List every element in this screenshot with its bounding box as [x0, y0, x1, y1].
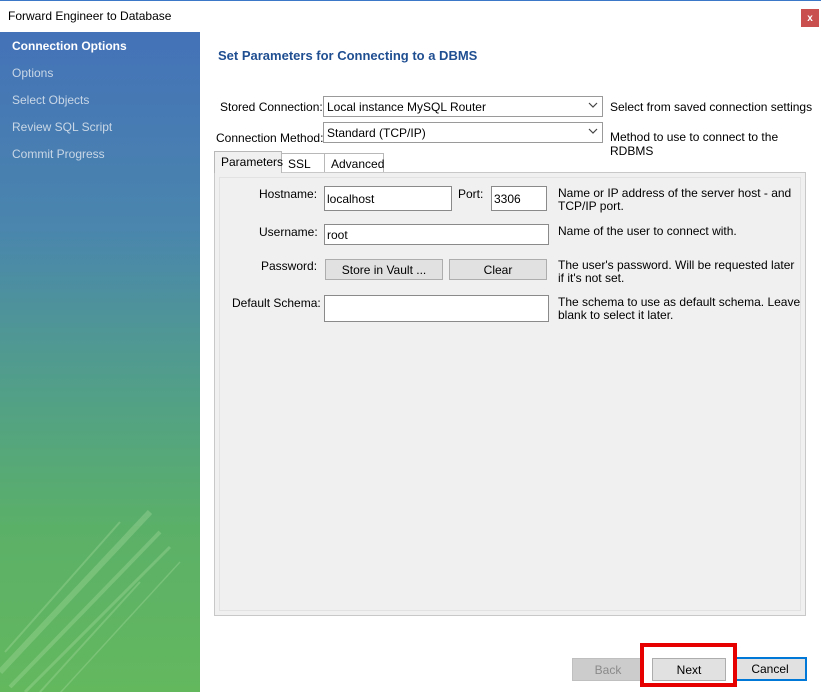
wizard-sidebar: Connection Options Options Select Object… — [0, 32, 200, 692]
port-value: 3306 — [494, 192, 521, 206]
stored-connection-value: Local instance MySQL Router — [327, 100, 486, 114]
password-label: Password: — [261, 259, 318, 273]
tab-ssl[interactable]: SSL — [281, 153, 325, 174]
title-bar: Forward Engineer to Database x — [0, 1, 821, 32]
store-in-vault-label: Store in Vault ... — [341, 263, 427, 277]
decorative-streaks-graphic — [0, 509, 181, 692]
sidebar-item-connection-options[interactable]: Connection Options — [12, 39, 127, 53]
stored-connection-hint: Select from saved connection settings — [610, 100, 813, 114]
chevron-down-icon — [588, 128, 598, 134]
close-icon: x — [807, 12, 813, 24]
connection-tabs: Parameters SSL Advanced Hostname: localh… — [214, 151, 806, 616]
username-label: Username: — [259, 225, 318, 239]
next-button-label: Next — [676, 663, 702, 677]
store-in-vault-button[interactable]: Store in Vault ... — [325, 259, 443, 280]
port-label: Port: — [458, 187, 484, 201]
chevron-down-icon — [588, 102, 598, 108]
sidebar-item-commit-progress[interactable]: Commit Progress — [12, 147, 105, 161]
default-schema-hint: The schema to use as default schema. Lea… — [558, 295, 801, 322]
password-hint: The user's password. Will be requested l… — [558, 258, 795, 285]
tab-advanced[interactable]: Advanced — [324, 153, 384, 174]
clear-password-label: Clear — [483, 263, 513, 277]
stored-connection-label: Stored Connection: — [220, 100, 323, 114]
connection-method-value: Standard (TCP/IP) — [327, 126, 426, 140]
username-value: root — [327, 228, 348, 242]
username-hint: Name of the user to connect with. — [558, 224, 737, 238]
username-input[interactable]: root — [324, 224, 549, 245]
back-button-label: Back — [594, 663, 622, 677]
forward-engineer-dialog: Forward Engineer to Database x Connectio… — [0, 0, 821, 692]
sidebar-item-options[interactable]: Options — [12, 66, 53, 80]
hostname-hint: Name or IP address of the server host - … — [558, 186, 792, 213]
hostname-value: localhost — [327, 192, 375, 206]
port-input[interactable]: 3306 — [491, 186, 547, 211]
default-schema-input[interactable] — [324, 295, 549, 322]
stored-connection-select[interactable]: Local instance MySQL Router — [323, 96, 603, 117]
main-content: Set Parameters for Connecting to a DBMS … — [200, 32, 821, 692]
window-title: Forward Engineer to Database — [8, 9, 172, 23]
cancel-button-label: Cancel — [751, 662, 789, 676]
connection-method-select[interactable]: Standard (TCP/IP) — [323, 122, 603, 143]
tab-parameters[interactable]: Parameters — [214, 151, 284, 173]
cancel-button[interactable]: Cancel — [733, 657, 807, 681]
tab-ssl-label: SSL — [288, 157, 311, 171]
page-heading: Set Parameters for Connecting to a DBMS — [218, 48, 478, 63]
back-button[interactable]: Back — [572, 658, 644, 681]
sidebar-item-select-objects[interactable]: Select Objects — [12, 93, 89, 107]
parameters-panel: Hostname: localhost Port: 3306 Name or I… — [214, 172, 806, 616]
hostname-input[interactable]: localhost — [324, 186, 452, 211]
tab-parameters-label: Parameters — [221, 155, 284, 169]
tab-advanced-label: Advanced — [331, 157, 385, 171]
hostname-label: Hostname: — [259, 187, 318, 201]
clear-password-button[interactable]: Clear — [449, 259, 547, 280]
next-button[interactable]: Next — [652, 658, 726, 681]
default-schema-label: Default Schema: — [232, 296, 321, 310]
sidebar-item-review-sql-script[interactable]: Review SQL Script — [12, 120, 112, 134]
close-button[interactable]: x — [801, 9, 819, 27]
connection-method-label: Connection Method: — [216, 131, 324, 145]
